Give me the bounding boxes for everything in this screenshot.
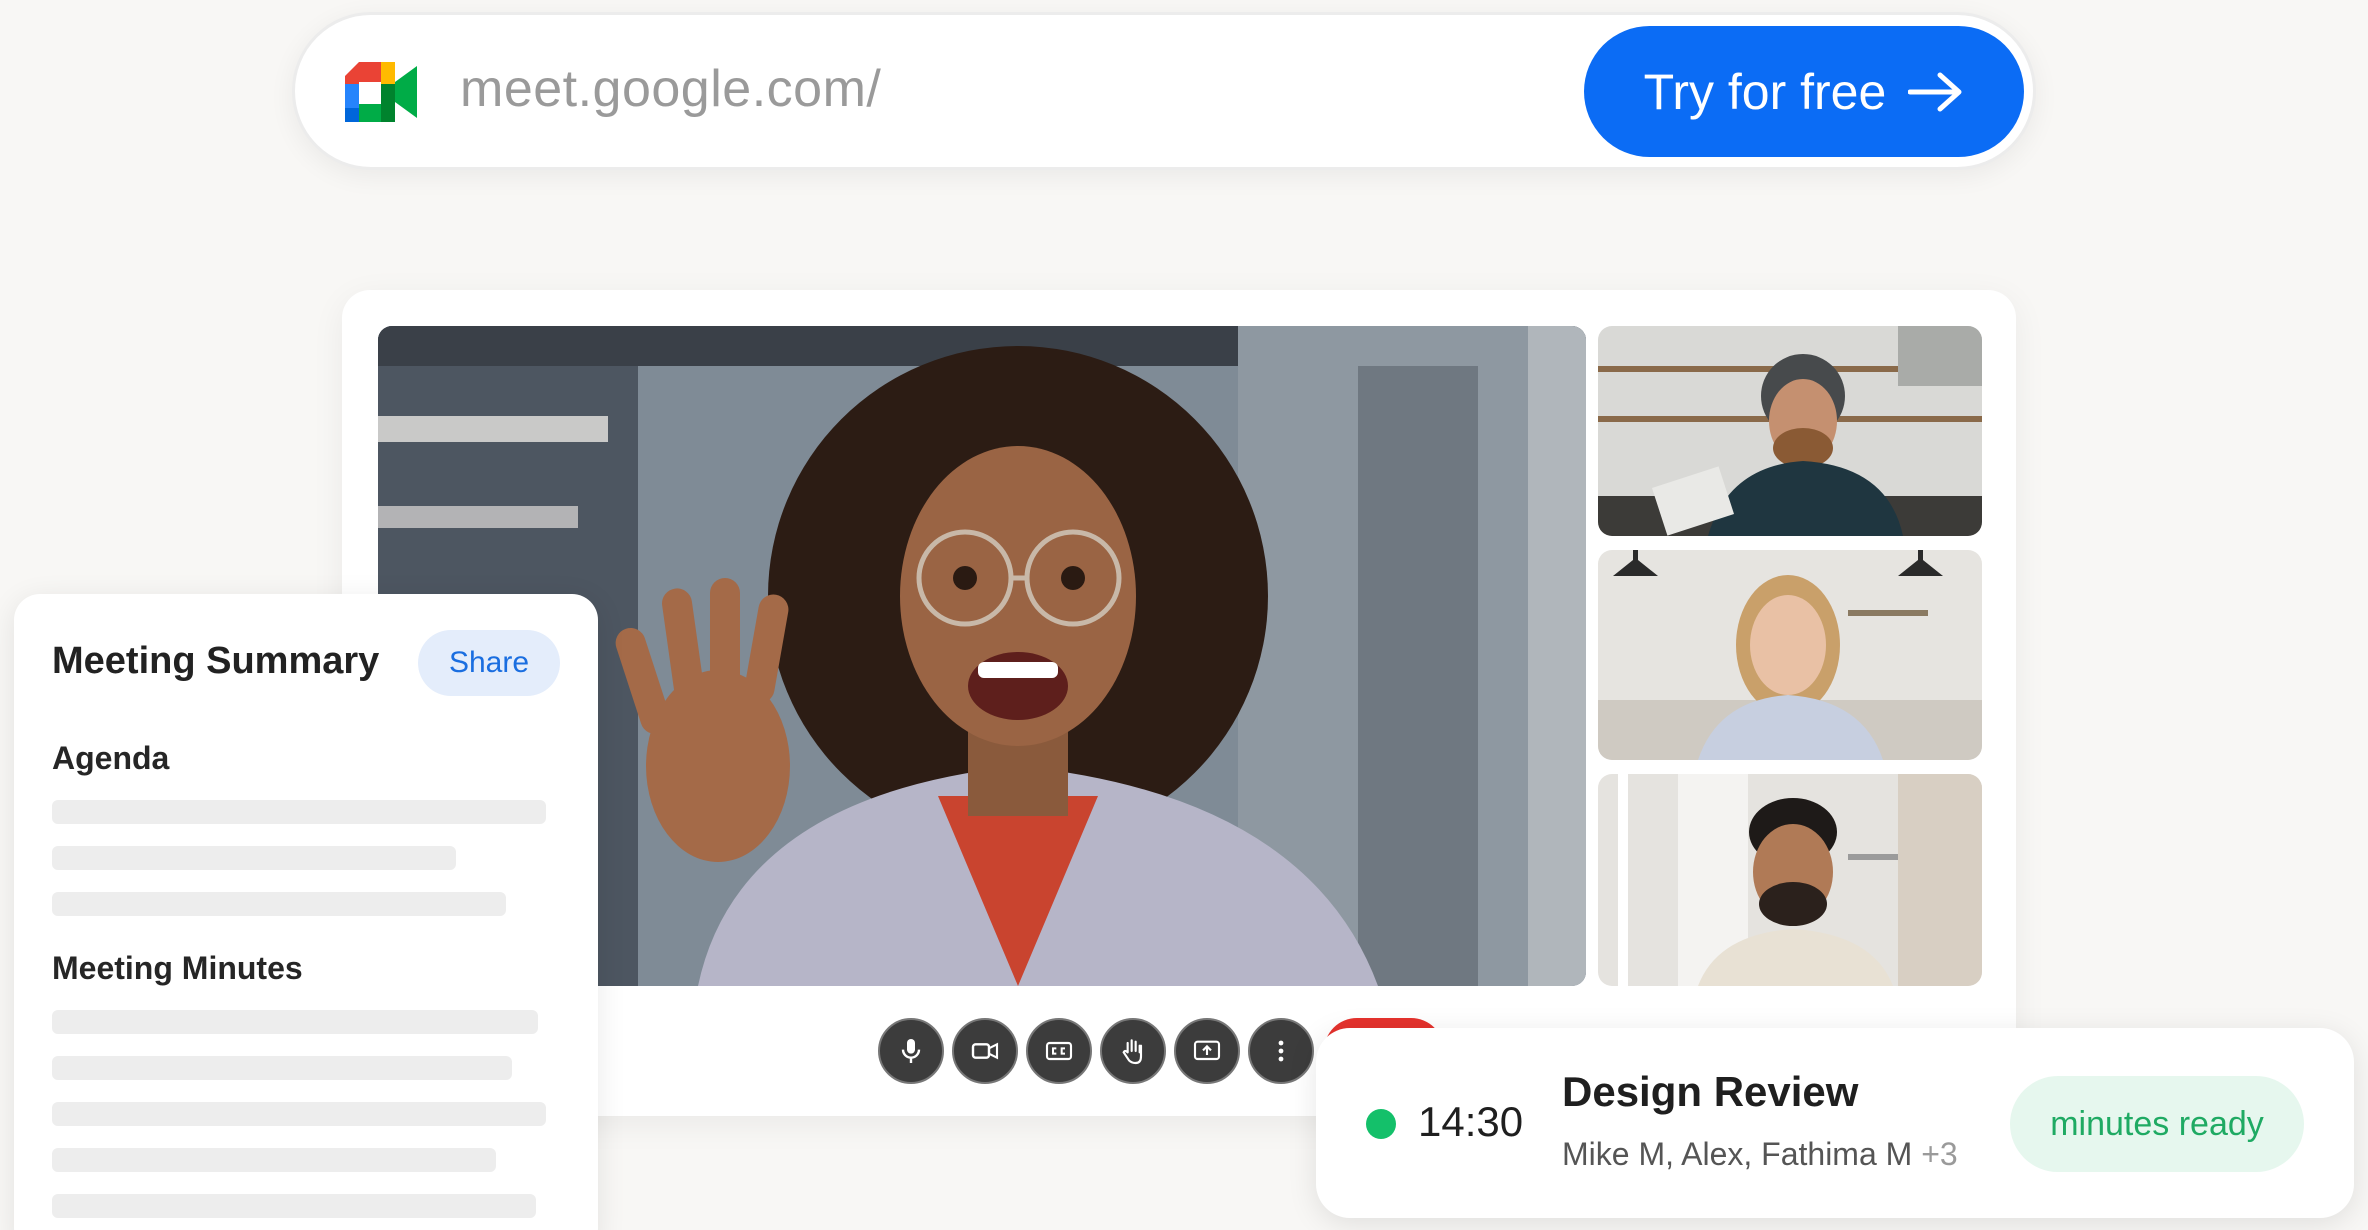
raise-hand-button[interactable] <box>1100 1018 1166 1084</box>
minutes-placeholder-line <box>52 1010 538 1034</box>
minutes-ready-badge[interactable]: minutes ready <box>2010 1076 2304 1172</box>
captions-button[interactable] <box>1026 1018 1092 1084</box>
agenda-placeholder-line <box>52 846 456 870</box>
minutes-placeholder-line <box>52 1102 546 1126</box>
meeting-minutes-heading: Meeting Minutes <box>52 950 303 986</box>
meeting-summary-card: Meeting Summary Share Agenda Meeting Min… <box>14 594 598 1230</box>
url-text[interactable]: meet.google.com/ <box>460 59 881 119</box>
more-vertical-icon <box>1278 1040 1284 1062</box>
participant-video-2 <box>1598 550 1982 760</box>
camera-button[interactable] <box>952 1018 1018 1084</box>
url-bar[interactable]: meet.google.com/ Try for free <box>292 12 2036 170</box>
try-for-free-button[interactable]: Try for free <box>1584 26 2024 157</box>
meeting-title: Design Review <box>1562 1068 1859 1115</box>
try-for-free-label: Try for free <box>1643 63 1887 120</box>
extra-participants-count: +3 <box>1921 1136 1958 1172</box>
minutes-placeholder-line <box>52 1148 496 1172</box>
meeting-notification-card[interactable]: 14:30 Design Review Mike M, Alex, Fathim… <box>1316 1028 2354 1218</box>
minutes-placeholder-line <box>52 1194 536 1218</box>
summary-title: Meeting Summary <box>52 640 380 682</box>
meeting-time: 14:30 <box>1418 1098 1524 1145</box>
agenda-placeholder-line <box>52 800 546 824</box>
google-meet-logo <box>345 62 417 122</box>
participant-tile-1[interactable] <box>1598 326 1982 536</box>
mic-icon <box>901 1039 921 1063</box>
camera-icon <box>971 1042 999 1060</box>
participant-video-3 <box>1598 774 1982 986</box>
arrow-right-icon <box>1908 72 1962 111</box>
mic-button[interactable] <box>878 1018 944 1084</box>
captions-icon <box>1045 1041 1073 1061</box>
participant-names: Mike M, Alex, Fathima M <box>1562 1136 1913 1172</box>
more-options-button[interactable] <box>1248 1018 1314 1084</box>
call-controls <box>878 1018 1314 1084</box>
share-button[interactable]: Share <box>418 630 560 696</box>
participant-tile-3[interactable] <box>1598 774 1982 986</box>
agenda-placeholder-line <box>52 892 506 916</box>
present-button[interactable] <box>1174 1018 1240 1084</box>
present-icon <box>1193 1040 1221 1061</box>
live-status-dot <box>1366 1109 1396 1139</box>
agenda-heading: Agenda <box>52 740 170 776</box>
participant-tile-2[interactable] <box>1598 550 1982 760</box>
minutes-placeholder-line <box>52 1056 512 1080</box>
raise-hand-icon <box>1122 1039 1143 1065</box>
meeting-participants: Mike M, Alex, Fathima M +3 <box>1562 1136 1958 1173</box>
participant-video-1 <box>1598 326 1982 536</box>
